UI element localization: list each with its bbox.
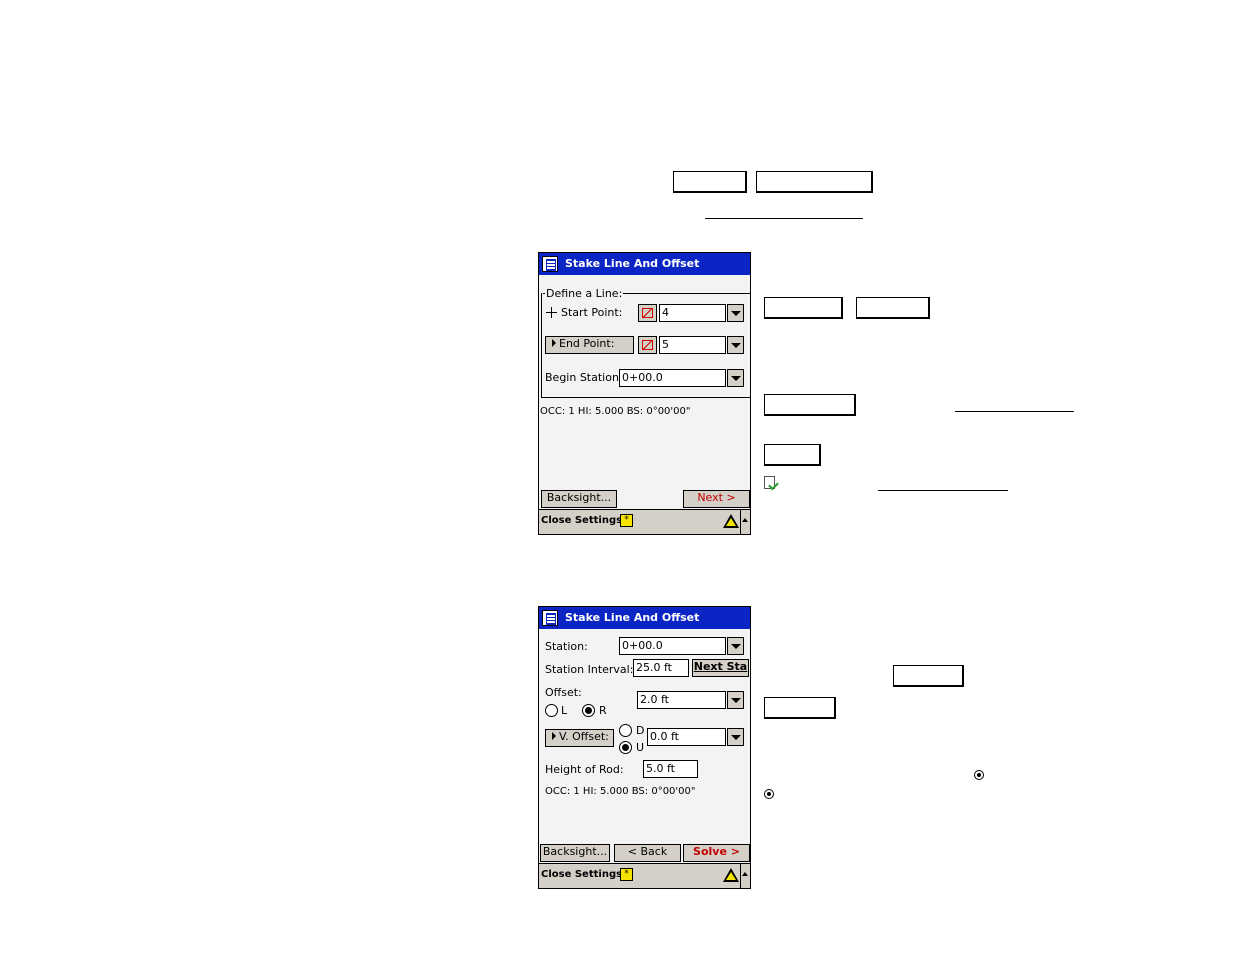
device-screen-define-line: Stake Line And Offset Define a Line: Sta…: [538, 252, 751, 535]
offset-up-label: U: [636, 741, 645, 754]
up-arrow-icon[interactable]: [742, 518, 748, 522]
end-point-button[interactable]: End Point:: [545, 336, 634, 354]
star-icon[interactable]: *: [620, 514, 633, 527]
star-icon[interactable]: *: [620, 868, 633, 881]
next-button[interactable]: Next >: [683, 490, 750, 508]
station-interval-label: Station Interval:: [545, 663, 634, 676]
back-button[interactable]: < Back: [614, 844, 681, 862]
blank-button-right-6[interactable]: [764, 697, 836, 719]
group-box-left-edge: [541, 293, 542, 397]
chevron-down-icon[interactable]: [727, 637, 744, 655]
offset-up-radio[interactable]: [619, 741, 632, 754]
backsight-button[interactable]: Backsight...: [541, 490, 617, 508]
start-point-label: Start Point:: [561, 306, 623, 319]
offset-down-label: D: [636, 724, 645, 737]
blank-button-right-2[interactable]: [856, 297, 930, 319]
bottom-toolbar: Close Settings *: [539, 863, 750, 888]
start-point-input[interactable]: 4: [659, 304, 726, 322]
backsight-button[interactable]: Backsight...: [540, 844, 610, 862]
up-arrow-icon[interactable]: [742, 872, 748, 876]
checklist-icon: [764, 476, 779, 491]
height-of-rod-label: Height of Rod:: [545, 763, 624, 776]
begin-station-input[interactable]: 0+00.0: [619, 369, 726, 387]
station-interval-input[interactable]: 25.0 ft: [633, 659, 689, 677]
group-bottom-line: [541, 397, 750, 398]
offset-input[interactable]: 2.0 ft: [637, 691, 726, 709]
toolbar-separator: [740, 510, 741, 534]
vertical-offset-input[interactable]: 0.0 ft: [647, 728, 726, 746]
app-icon[interactable]: [542, 256, 558, 272]
chevron-down-icon[interactable]: [727, 336, 744, 354]
offset-left-label: L: [561, 704, 568, 717]
underline-right-2: [878, 490, 1008, 491]
blank-button-right-5[interactable]: [893, 665, 964, 687]
underline-top: [705, 218, 863, 219]
title-bar: Stake Line And Offset: [539, 607, 750, 629]
offset-right-label: R: [599, 704, 607, 717]
offset-right-radio[interactable]: [582, 704, 595, 717]
next-station-button[interactable]: Next Sta: [692, 659, 749, 677]
chevron-down-icon[interactable]: [727, 369, 744, 387]
toolbar-separator: [740, 864, 741, 888]
map-pick-icon[interactable]: [638, 336, 657, 354]
group-label: Define a Line:: [545, 287, 624, 300]
end-point-label: End Point:: [559, 337, 615, 350]
window-title: Stake Line And Offset: [565, 257, 700, 270]
chevron-down-icon[interactable]: [727, 304, 744, 322]
triangle-right-icon: [552, 732, 556, 740]
crosshair-icon: [546, 307, 557, 318]
solve-button[interactable]: Solve >: [683, 844, 750, 862]
station-input[interactable]: 0+00.0: [619, 637, 726, 655]
offset-label: Offset:: [545, 686, 582, 699]
chevron-down-icon[interactable]: [727, 691, 744, 709]
device-screen-offset: Stake Line And Offset Station: 0+00.0 St…: [538, 606, 751, 889]
status-text: OCC: 1 HI: 5.000 BS: 0°00'00": [545, 786, 696, 797]
end-point-input[interactable]: 5: [659, 336, 726, 354]
title-bar: Stake Line And Offset: [539, 253, 750, 275]
vertical-offset-button[interactable]: V. Offset:: [545, 729, 614, 747]
selected-radio-icon: [764, 789, 774, 799]
underline-right-1: [955, 411, 1074, 412]
status-text: OCC: 1 HI: 5.000 BS: 0°00'00": [540, 406, 691, 417]
window-title: Stake Line And Offset: [565, 611, 700, 624]
vertical-offset-label: V. Offset:: [559, 730, 609, 743]
blank-button-top-2[interactable]: [756, 171, 873, 193]
offset-down-radio[interactable]: [619, 724, 632, 737]
begin-station-label: Begin Station:: [545, 371, 623, 384]
blank-button-top-1[interactable]: [673, 171, 747, 193]
blank-button-right-3[interactable]: [764, 394, 856, 416]
blank-button-right-1[interactable]: [764, 297, 843, 319]
station-label: Station:: [545, 640, 588, 653]
height-of-rod-input[interactable]: 5.0 ft: [643, 760, 698, 778]
warning-icon[interactable]: [723, 868, 739, 882]
warning-icon[interactable]: [723, 514, 739, 528]
selected-radio-icon: [974, 770, 984, 780]
blank-button-right-4[interactable]: [764, 444, 821, 466]
close-settings-label[interactable]: Close Settings: [541, 869, 622, 880]
offset-left-radio[interactable]: [545, 704, 558, 717]
map-pick-icon[interactable]: [638, 304, 657, 322]
chevron-down-icon[interactable]: [727, 728, 744, 746]
bottom-toolbar: Close Settings *: [539, 509, 750, 534]
triangle-right-icon: [552, 339, 556, 347]
close-settings-label[interactable]: Close Settings: [541, 515, 622, 526]
app-icon[interactable]: [542, 610, 558, 626]
